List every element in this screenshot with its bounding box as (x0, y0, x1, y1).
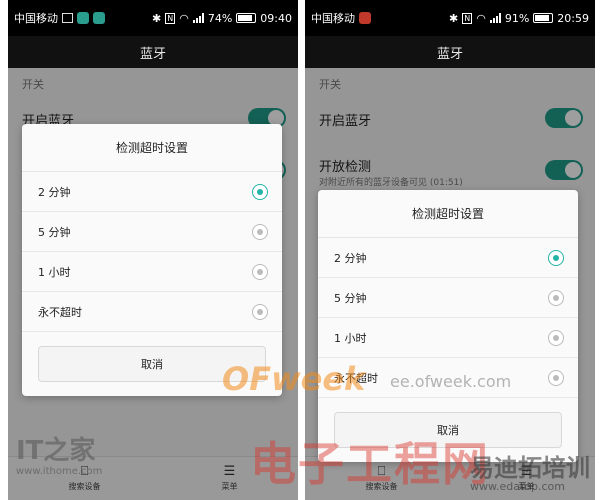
radio-icon[interactable] (548, 369, 564, 386)
battery-percent: 74% (207, 11, 233, 25)
signal-icon (192, 13, 204, 23)
radio-icon[interactable] (252, 263, 268, 280)
option-2-min[interactable]: 2 分钟 (22, 172, 282, 212)
carrier-label: 中国移动 (311, 12, 355, 25)
option-label: 1 小时 (38, 265, 71, 279)
timeout-dialog: 检测超时设置 2 分钟 5 分钟 1 小时 永不超时 取消 (22, 124, 282, 396)
radio-selected-icon[interactable] (252, 183, 268, 200)
radio-icon[interactable] (548, 329, 564, 346)
dialog-footer: 取消 (318, 398, 578, 462)
option-label: 1 小时 (334, 331, 367, 345)
option-1-hour[interactable]: 1 小时 (22, 252, 282, 292)
status-bar: 中国移动 ✱ N ◠ 74% 09:40 (8, 0, 298, 36)
app-notification-icon (77, 12, 89, 24)
cancel-button[interactable]: 取消 (38, 346, 266, 382)
option-never[interactable]: 永不超时 (318, 358, 578, 398)
battery-percent: 91% (504, 11, 530, 25)
radio-icon[interactable] (252, 303, 268, 320)
wifi-icon: ◠ (179, 11, 189, 25)
dialog-footer: 取消 (22, 332, 282, 396)
battery-icon (533, 13, 554, 23)
option-1-hour[interactable]: 1 小时 (318, 318, 578, 358)
cancel-button[interactable]: 取消 (334, 412, 562, 448)
bluetooth-icon: ✱ (449, 11, 459, 25)
page-title: 蓝牙 (305, 36, 595, 68)
option-label: 永不超时 (334, 371, 378, 385)
option-2-min[interactable]: 2 分钟 (318, 238, 578, 278)
left-screenshot: 中国移动 ✱ N ◠ 74% 09:40 蓝牙 开关 开启蓝牙 ⎕ 搜索设备 ☰ (8, 0, 298, 500)
option-label: 永不超时 (38, 305, 82, 319)
signal-icon (489, 13, 501, 23)
dialog-title: 检测超时设置 (318, 190, 578, 238)
timeout-dialog: 检测超时设置 2 分钟 5 分钟 1 小时 永不超时 取消 (318, 190, 578, 462)
image-icon (62, 13, 73, 23)
option-label: 2 分钟 (38, 185, 71, 199)
option-label: 2 分钟 (334, 251, 367, 265)
option-5-min[interactable]: 5 分钟 (318, 278, 578, 318)
radio-icon[interactable] (548, 289, 564, 306)
option-label: 5 分钟 (334, 291, 367, 305)
dialog-title: 检测超时设置 (22, 124, 282, 172)
option-label: 5 分钟 (38, 225, 71, 239)
page-title: 蓝牙 (8, 36, 298, 68)
clock: 09:40 (260, 11, 292, 25)
app-notification-icon (359, 12, 371, 24)
wifi-icon: ◠ (476, 11, 486, 25)
battery-icon (236, 13, 257, 23)
nfc-icon: N (165, 12, 176, 24)
bluetooth-icon: ✱ (152, 11, 162, 25)
carrier-label: 中国移动 (14, 12, 58, 25)
app-notification-icon (93, 12, 105, 24)
right-screenshot: 中国移动 ✱ N ◠ 91% 20:59 蓝牙 开关 开启蓝牙 开放检测 对附近… (305, 0, 595, 500)
option-never[interactable]: 永不超时 (22, 292, 282, 332)
radio-icon[interactable] (252, 223, 268, 240)
clock: 20:59 (557, 11, 589, 25)
nfc-icon: N (462, 12, 473, 24)
option-5-min[interactable]: 5 分钟 (22, 212, 282, 252)
status-bar: 中国移动 ✱ N ◠ 91% 20:59 (305, 0, 595, 36)
radio-selected-icon[interactable] (548, 249, 564, 266)
